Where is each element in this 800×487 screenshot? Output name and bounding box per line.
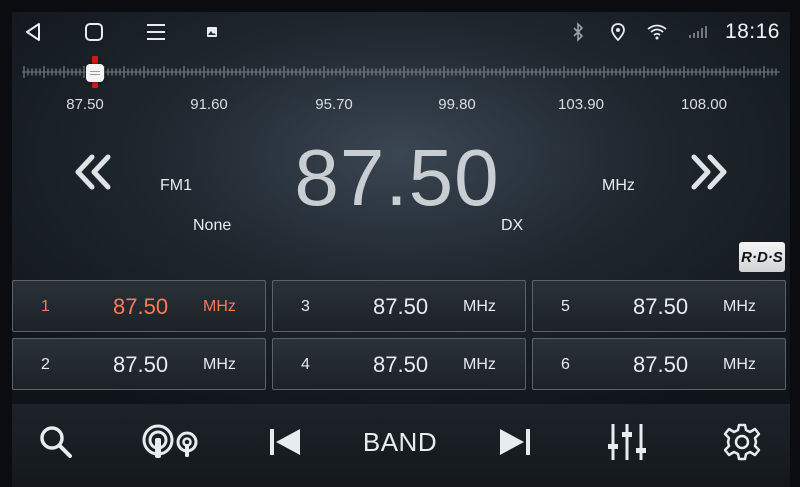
preset-button-6[interactable]: 6 87.50 MHz (532, 338, 786, 390)
settings-icon[interactable] (720, 422, 764, 462)
preset-number: 1 (41, 298, 50, 315)
preset-frequency: 87.50 (113, 294, 169, 319)
preset-unit: MHz (203, 298, 236, 315)
scale-label: 91.60 (190, 96, 228, 113)
back-icon[interactable] (22, 20, 44, 44)
home-icon[interactable] (82, 20, 106, 44)
scale-label: 108.00 (681, 96, 727, 113)
previous-icon[interactable] (266, 422, 306, 462)
band-button[interactable]: BAND (350, 422, 450, 462)
preset-unit: MHz (723, 356, 756, 373)
current-frequency: 87.50 (294, 133, 500, 222)
preset-button-2[interactable]: 2 87.50 MHz (12, 338, 266, 390)
frequency-unit: MHz (602, 177, 635, 194)
preset-number: 5 (561, 298, 570, 315)
scale-label: 95.70 (315, 96, 353, 113)
status-bar: 18:16 (12, 12, 790, 52)
preset-unit: MHz (463, 356, 496, 373)
scale-label: 99.80 (438, 96, 476, 113)
scale-label: 87.50 (66, 96, 104, 113)
reception-mode[interactable]: DX (501, 217, 523, 235)
preset-frequency: 87.50 (373, 352, 429, 377)
preset-frequency: 87.50 (373, 294, 429, 319)
signal-icon (686, 20, 710, 44)
bottom-toolbar: BAND (12, 404, 790, 487)
seek-back-icon[interactable] (72, 152, 116, 192)
equalizer-icon[interactable] (604, 422, 650, 462)
broadcast-icon[interactable] (136, 422, 206, 462)
search-icon[interactable] (36, 422, 76, 462)
band-label: FM1 (160, 177, 192, 194)
seek-forward-icon[interactable] (686, 152, 730, 192)
image-icon (204, 20, 220, 44)
clock: 18:16 (724, 20, 780, 43)
radio-screen: 18:16 87.50 91.60 95.70 99.80 103.90 108… (12, 12, 790, 487)
location-icon (610, 20, 626, 44)
menu-icon[interactable] (144, 20, 168, 44)
preset-button-3[interactable]: 3 87.50 MHz (272, 280, 526, 332)
scale-label: 103.90 (558, 96, 604, 113)
preset-frequency: 87.50 (633, 294, 689, 319)
preset-frequency: 87.50 (113, 352, 169, 377)
bluetooth-icon (570, 20, 586, 44)
preset-number: 2 (41, 356, 50, 373)
preset-button-4[interactable]: 4 87.50 MHz (272, 338, 526, 390)
preset-unit: MHz (723, 298, 756, 315)
preset-unit: MHz (463, 298, 496, 315)
preset-button-5[interactable]: 5 87.50 MHz (532, 280, 786, 332)
next-icon[interactable] (494, 422, 534, 462)
tuning-marker[interactable] (86, 56, 104, 88)
preset-number: 4 (301, 356, 310, 373)
station-name: None (193, 217, 232, 234)
preset-number: 3 (301, 298, 310, 315)
rds-button[interactable]: R·D·S (739, 242, 785, 272)
preset-frequency: 87.50 (633, 352, 689, 377)
preset-unit: MHz (203, 356, 236, 373)
frequency-scale[interactable] (22, 52, 780, 92)
preset-button-1[interactable]: 1 87.50 MHz (12, 280, 266, 332)
preset-number: 6 (561, 356, 570, 373)
wifi-icon (646, 20, 668, 44)
